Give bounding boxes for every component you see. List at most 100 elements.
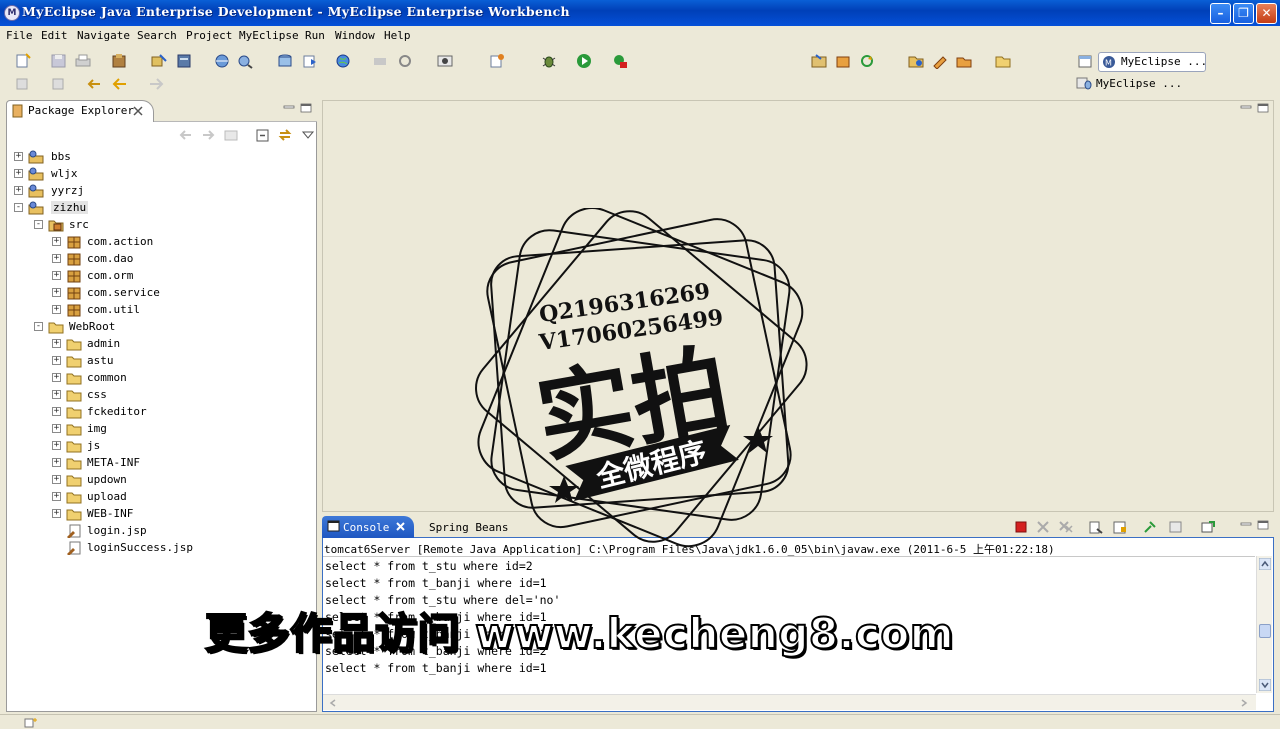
forward-icon[interactable] xyxy=(199,127,217,143)
open-type-icon[interactable] xyxy=(110,53,128,69)
scroll-up-icon[interactable] xyxy=(1259,558,1271,570)
deploy-icon[interactable] xyxy=(150,53,168,69)
back-icon[interactable] xyxy=(177,127,195,143)
expand-icon[interactable]: + xyxy=(52,441,61,450)
expand-icon[interactable]: + xyxy=(52,373,61,382)
maximize-editor-icon[interactable] xyxy=(1257,103,1269,113)
debug-icon[interactable] xyxy=(540,53,558,69)
expand-icon[interactable]: + xyxy=(52,339,61,348)
collapse-all-icon[interactable] xyxy=(254,127,272,143)
collapse-icon[interactable]: - xyxy=(14,203,23,212)
expand-icon[interactable]: + xyxy=(52,509,61,518)
open-console-icon[interactable] xyxy=(1200,520,1216,534)
expand-icon[interactable]: + xyxy=(52,492,61,501)
database-icon[interactable] xyxy=(276,53,294,69)
forward-nav-icon[interactable] xyxy=(147,76,165,92)
new-webservice-icon[interactable] xyxy=(213,53,231,69)
folder-edit-icon[interactable] xyxy=(955,53,973,69)
menu-search[interactable]: Search xyxy=(137,29,177,42)
refresh-icon[interactable] xyxy=(396,53,414,69)
perspective-label[interactable]: MyEclipse ... xyxy=(1121,55,1207,68)
expand-icon[interactable]: + xyxy=(14,186,23,195)
maximize-button[interactable]: ❐ xyxy=(1233,3,1254,24)
display-selected-console-icon[interactable] xyxy=(1168,520,1184,534)
new-folder-icon[interactable] xyxy=(994,53,1012,69)
webservice-explorer-icon[interactable] xyxy=(236,53,254,69)
save-icon[interactable] xyxy=(50,53,68,69)
scroll-left-icon[interactable] xyxy=(327,697,339,709)
link-with-editor-icon[interactable] xyxy=(276,127,294,143)
remove-all-terminated-icon[interactable] xyxy=(1058,520,1074,534)
previous-annotation-icon[interactable] xyxy=(50,76,68,92)
pin-console-icon[interactable] xyxy=(1142,520,1158,534)
view-menu-icon[interactable] xyxy=(299,127,317,143)
expand-icon[interactable]: + xyxy=(52,475,61,484)
next-annotation-icon[interactable] xyxy=(14,76,32,92)
package-wizard-icon[interactable] xyxy=(834,53,852,69)
print-icon[interactable] xyxy=(74,53,92,69)
myeclipse-logo-icon[interactable]: M xyxy=(4,5,20,21)
minimize-button[interactable]: – xyxy=(1210,3,1231,24)
expand-icon[interactable]: + xyxy=(52,271,61,280)
expand-icon[interactable]: + xyxy=(52,424,61,433)
expand-icon[interactable]: + xyxy=(52,458,61,467)
console-vertical-scrollbar[interactable] xyxy=(1256,556,1272,693)
package-explorer-title[interactable]: Package Explorer xyxy=(28,104,134,117)
expand-icon[interactable]: + xyxy=(52,305,61,314)
console-horizontal-scrollbar[interactable] xyxy=(323,694,1256,710)
close-button[interactable]: ✕ xyxy=(1256,3,1277,24)
expand-icon[interactable]: + xyxy=(52,254,61,263)
pencil-icon[interactable] xyxy=(931,53,949,69)
expand-icon[interactable]: + xyxy=(52,288,61,297)
fast-view-icon[interactable] xyxy=(24,717,38,728)
menu-run[interactable]: Run xyxy=(305,29,325,42)
menu-window[interactable]: Window xyxy=(335,29,375,42)
sync-icon[interactable] xyxy=(858,53,876,69)
maximize-console-icon[interactable] xyxy=(1257,520,1269,530)
up-icon[interactable] xyxy=(222,127,240,143)
server-icon[interactable] xyxy=(175,53,193,69)
globe-icon[interactable] xyxy=(334,53,352,69)
close-tab-icon[interactable] xyxy=(133,106,143,116)
expand-icon[interactable]: + xyxy=(52,390,61,399)
forward-icon[interactable] xyxy=(372,53,390,69)
new-icon[interactable] xyxy=(14,53,32,69)
myeclipse-perspective-icon[interactable]: M xyxy=(1102,55,1116,69)
scroll-down-icon[interactable] xyxy=(1259,679,1271,691)
open-project-icon[interactable] xyxy=(810,53,828,69)
export-icon[interactable] xyxy=(301,53,319,69)
expand-icon[interactable]: + xyxy=(52,407,61,416)
open-perspective-icon[interactable] xyxy=(1076,53,1094,69)
console-tab-label[interactable]: Console xyxy=(343,521,389,534)
minimize-editor-icon[interactable] xyxy=(1240,103,1252,113)
menu-file[interactable]: File xyxy=(6,29,33,42)
collapse-icon[interactable]: - xyxy=(34,322,43,331)
expand-icon[interactable]: + xyxy=(52,356,61,365)
scroll-thumb[interactable] xyxy=(1259,624,1271,638)
minimize-view-icon[interactable] xyxy=(283,103,295,113)
collapse-icon[interactable]: - xyxy=(34,220,43,229)
run-icon[interactable] xyxy=(575,53,593,69)
menu-edit[interactable]: Edit xyxy=(41,29,68,42)
menu-project[interactable]: Project xyxy=(186,29,232,42)
expand-icon[interactable]: + xyxy=(52,237,61,246)
minimize-console-icon[interactable] xyxy=(1240,520,1252,530)
image-icon[interactable] xyxy=(436,53,454,69)
menu-navigate[interactable]: Navigate xyxy=(77,29,130,42)
expand-icon[interactable]: + xyxy=(14,169,23,178)
close-console-tab-icon[interactable] xyxy=(395,521,406,532)
open-folder-icon[interactable] xyxy=(907,53,925,69)
scroll-lock-icon[interactable] xyxy=(1112,520,1128,534)
expand-icon[interactable]: + xyxy=(14,152,23,161)
terminate-icon[interactable] xyxy=(1014,520,1028,534)
new-wizard-icon[interactable] xyxy=(488,53,506,69)
clear-console-icon[interactable] xyxy=(1088,520,1104,534)
scroll-right-icon[interactable] xyxy=(1238,697,1250,709)
menu-myeclipse[interactable]: MyEclipse xyxy=(239,29,299,42)
back-icon[interactable] xyxy=(111,76,129,92)
external-tools-icon[interactable] xyxy=(611,53,629,69)
remove-launch-icon[interactable] xyxy=(1036,520,1050,534)
last-edit-icon[interactable] xyxy=(86,76,104,92)
menu-help[interactable]: Help xyxy=(384,29,411,42)
maximize-view-icon[interactable] xyxy=(300,103,312,113)
